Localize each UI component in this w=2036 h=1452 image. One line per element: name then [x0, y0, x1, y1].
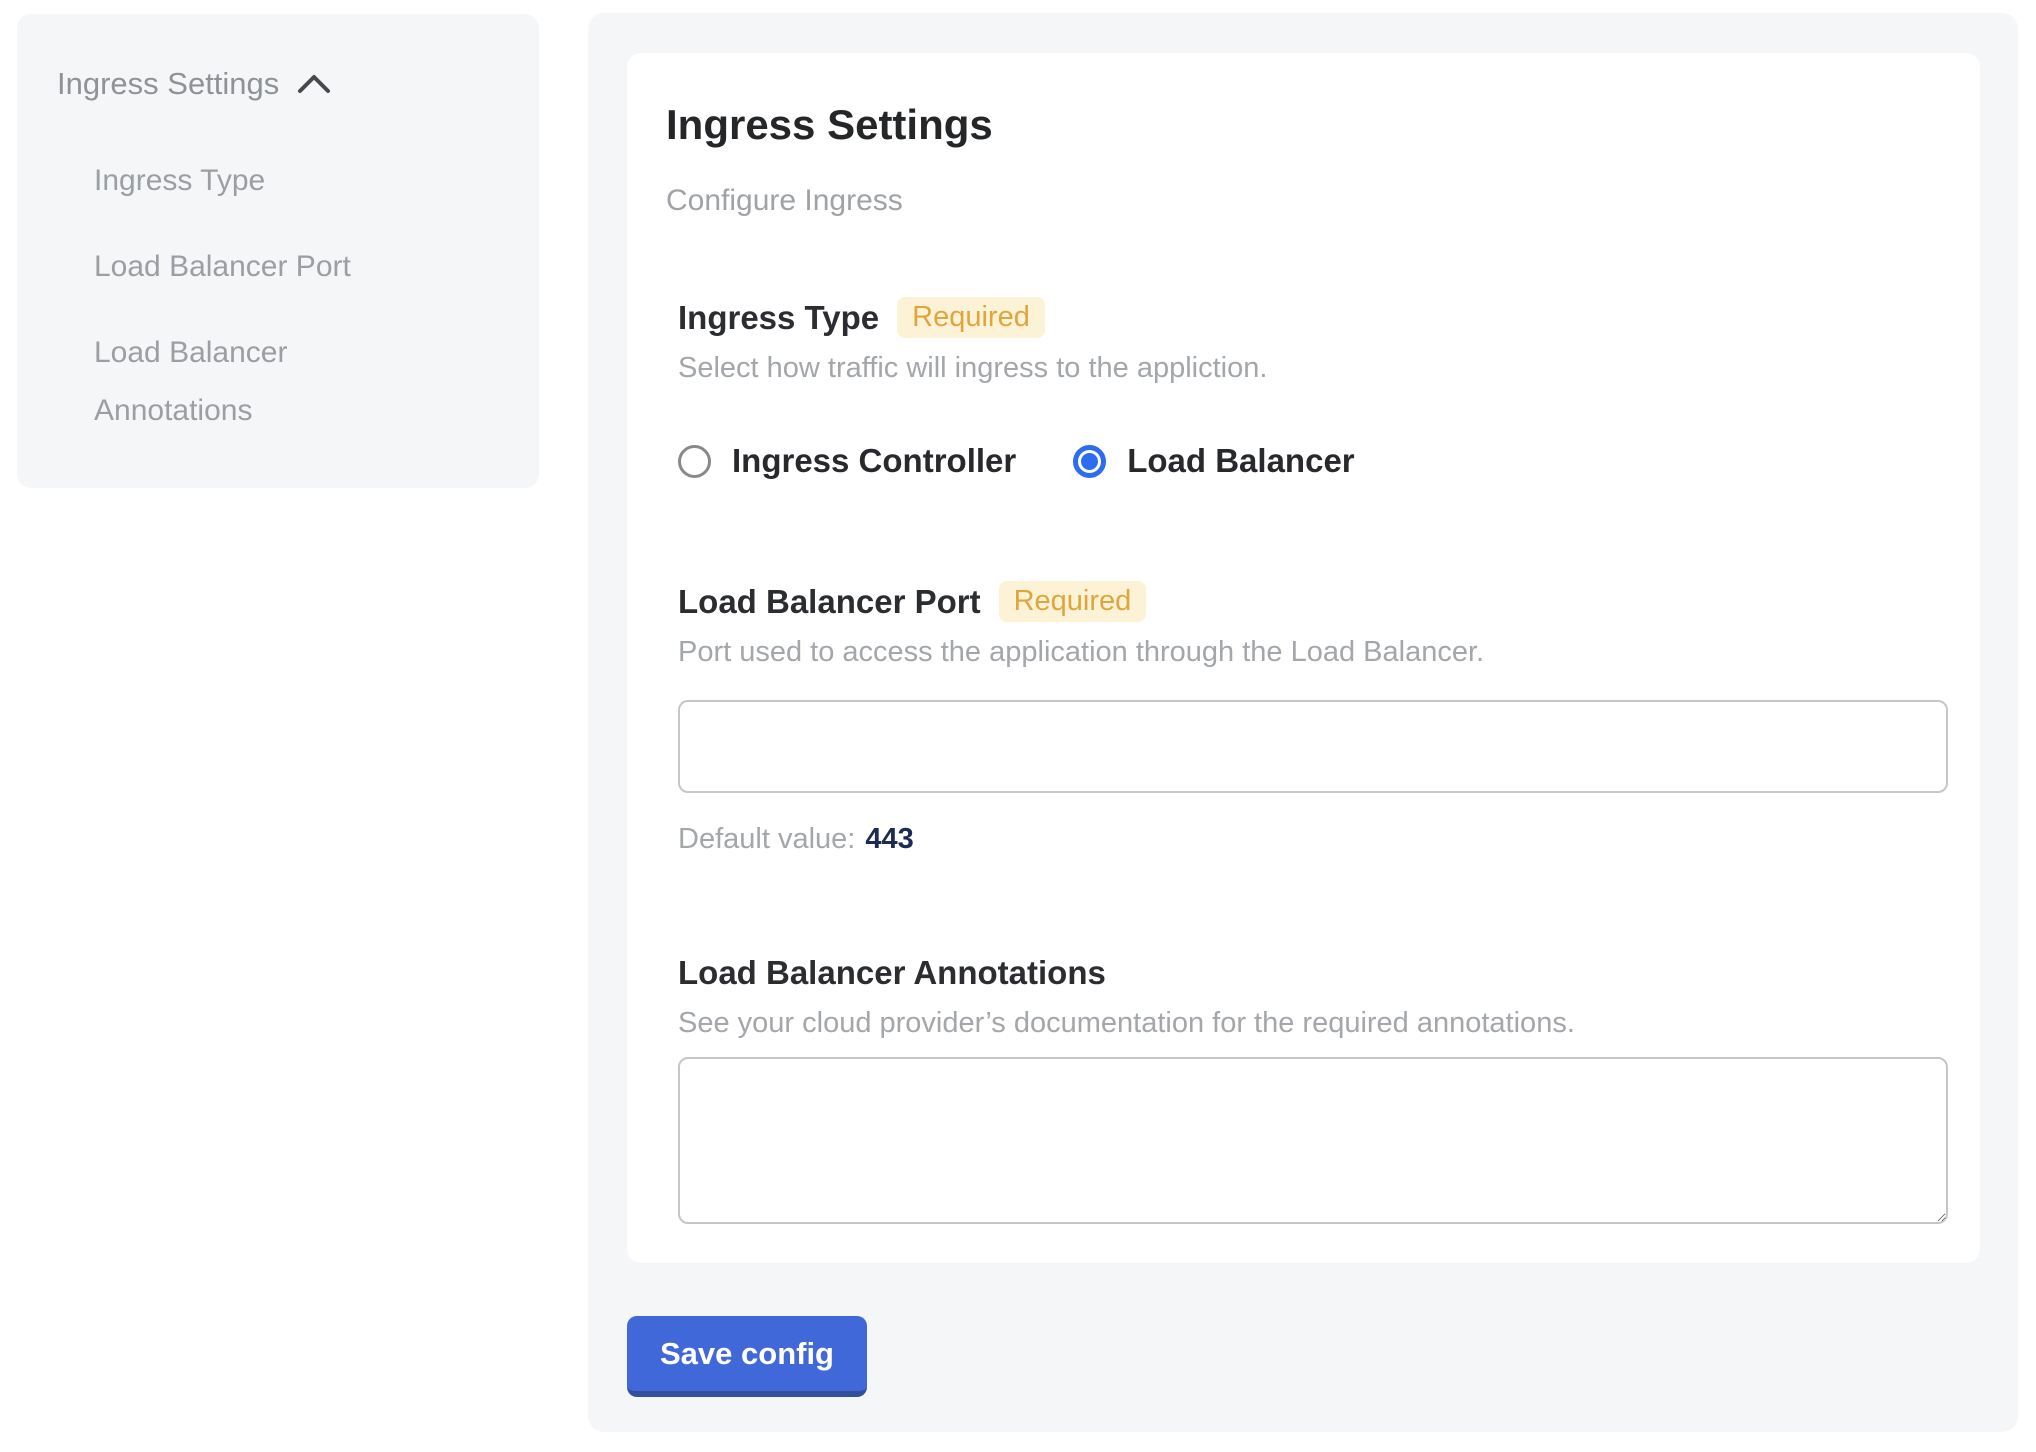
radio-load-balancer[interactable] — [1073, 445, 1106, 478]
default-value: 443 — [865, 823, 913, 855]
sidebar-group-ingress-settings[interactable]: Ingress Settings — [57, 64, 499, 104]
save-config-button[interactable]: Save config — [627, 1316, 867, 1397]
section-description: See your cloud provider’s documentation … — [678, 1005, 1948, 1041]
sidebar-item-load-balancer-annotations[interactable]: Load Balancer Annotations — [94, 324, 424, 440]
ingress-type-radio-group: Ingress Controller Load Balancer — [678, 441, 1948, 481]
settings-panel: Ingress Settings Configure Ingress Ingre… — [588, 13, 2018, 1432]
sidebar-group-label: Ingress Settings — [57, 64, 279, 104]
radio-option-load-balancer[interactable]: Load Balancer — [1073, 441, 1354, 481]
radio-option-ingress-controller[interactable]: Ingress Controller — [678, 441, 1016, 481]
ingress-settings-card: Ingress Settings Configure Ingress Ingre… — [627, 53, 1980, 1263]
required-badge: Required — [897, 297, 1045, 338]
section-label: Ingress Type — [678, 298, 879, 338]
page-subtitle: Configure Ingress — [666, 183, 1948, 219]
sidebar-item-ingress-type[interactable]: Ingress Type — [94, 152, 424, 210]
default-value-row: Default value: 443 — [678, 821, 1948, 857]
chevron-up-icon — [297, 73, 331, 95]
section-label: Load Balancer Annotations — [678, 953, 1106, 993]
section-label-row: Ingress Type Required — [678, 297, 1948, 338]
radio-option-label: Ingress Controller — [732, 441, 1016, 481]
sidebar-item-load-balancer-port[interactable]: Load Balancer Port — [94, 238, 424, 296]
section-description: Select how traffic will ingress to the a… — [678, 350, 1948, 386]
section-description: Port used to access the application thro… — [678, 634, 1948, 670]
section-label: Load Balancer Port — [678, 582, 981, 622]
load-balancer-port-input[interactable] — [678, 700, 1948, 793]
sidebar-nav: Ingress Settings Ingress Type Load Balan… — [17, 14, 539, 488]
radio-ingress-controller[interactable] — [678, 445, 711, 478]
section-label-row: Load Balancer Port Required — [678, 581, 1948, 622]
section-ingress-type: Ingress Type Required Select how traffic… — [678, 297, 1948, 481]
page-title: Ingress Settings — [666, 103, 1948, 147]
section-label-row: Load Balancer Annotations — [678, 953, 1948, 993]
load-balancer-annotations-textarea[interactable] — [678, 1057, 1948, 1224]
required-badge: Required — [999, 581, 1147, 622]
section-load-balancer-annotations: Load Balancer Annotations See your cloud… — [678, 953, 1948, 1224]
section-load-balancer-port: Load Balancer Port Required Port used to… — [678, 581, 1948, 857]
radio-option-label: Load Balancer — [1127, 441, 1354, 481]
sidebar-item-list: Ingress Type Load Balancer Port Load Bal… — [94, 152, 499, 440]
default-value-label: Default value: — [678, 823, 855, 855]
